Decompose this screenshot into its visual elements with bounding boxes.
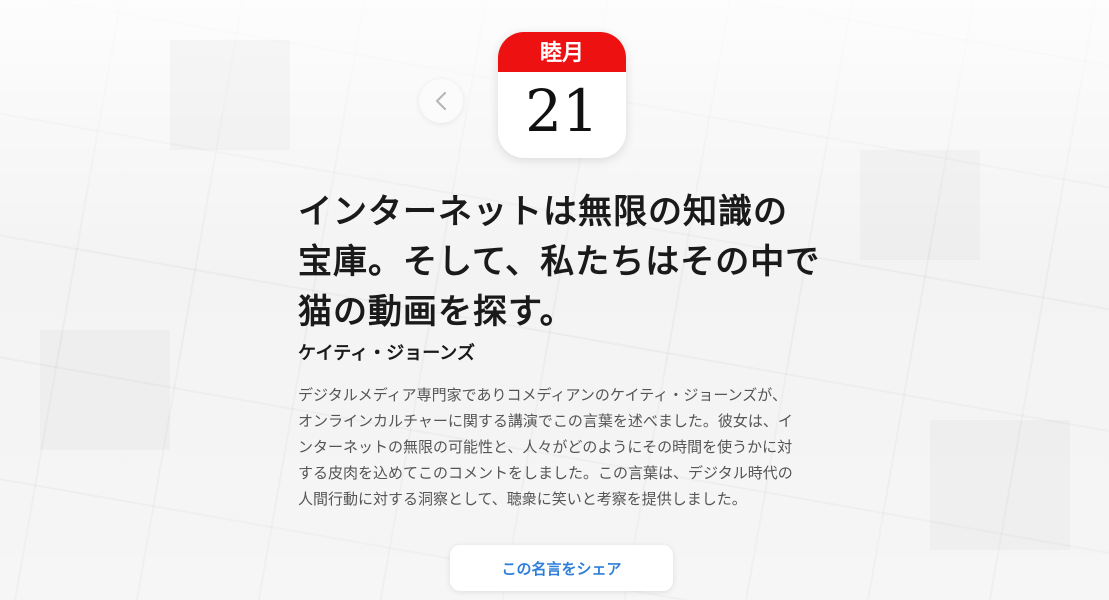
- description-line: 人間行動に対する洞察として、聴衆に笑いと考察を提供しました。: [298, 490, 747, 508]
- quote-description: デジタルメディア専門家でありコメディアンのケイティ・ジョーンズが、 オンラインカ…: [298, 382, 828, 512]
- quote-line: 宝庫。そして、私たちはその中で: [298, 242, 821, 282]
- share-quote-button[interactable]: この名言をシェア: [450, 545, 673, 591]
- background-tile: [930, 420, 1070, 550]
- description-line: ンターネットの無限の可能性と、人々がどのようにその時間を使うかに対: [298, 438, 793, 456]
- description-line: する皮肉を込めてこのコメントをしました。この言葉は、デジタル時代の: [298, 464, 793, 482]
- calendar-month: 睦月: [498, 32, 626, 72]
- chevron-left-icon: [435, 92, 447, 110]
- description-line: オンラインカルチャーに関する講演でこの言葉を述べました。彼女は、イ: [298, 412, 793, 430]
- background-tile: [170, 40, 290, 150]
- quote-line: インターネットは無限の知識の: [298, 192, 788, 232]
- calendar-day: 21: [525, 77, 599, 145]
- background-tile: [860, 150, 980, 260]
- back-button[interactable]: [419, 79, 463, 123]
- quote-line: 猫の動画を探す。: [298, 292, 575, 332]
- description-line: デジタルメディア専門家でありコメディアンのケイティ・ジョーンズが、: [298, 386, 788, 404]
- background-tile: [40, 330, 170, 450]
- quote-author: ケイティ・ジョーンズ: [298, 343, 475, 364]
- calendar-icon: 睦月 21: [498, 32, 626, 158]
- quote-text: インターネットは無限の知識の 宝庫。そして、私たちはその中で 猫の動画を探す。: [298, 187, 838, 337]
